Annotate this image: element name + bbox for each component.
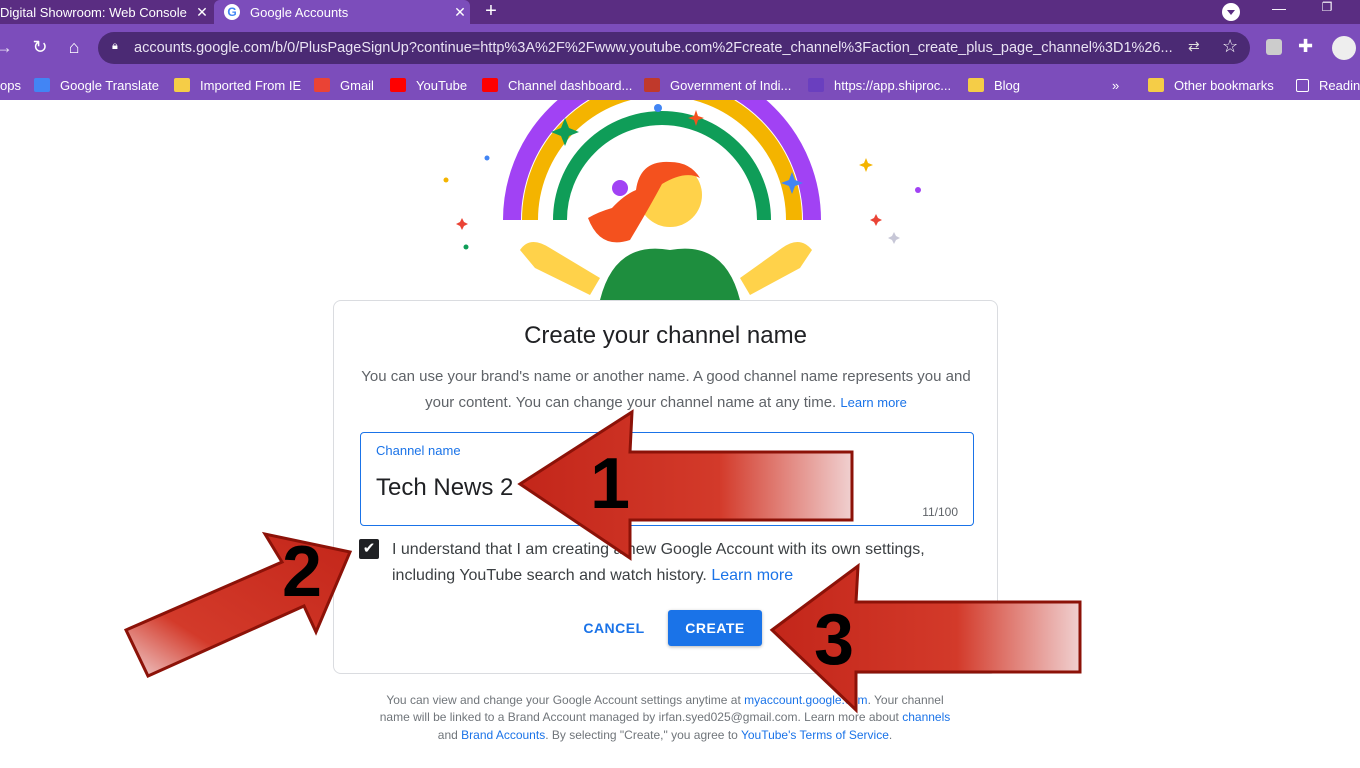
emblem-icon xyxy=(644,78,660,92)
bookmark-label: Other bookmarks xyxy=(1174,77,1274,93)
reading-list-icon xyxy=(1296,78,1309,92)
profile-avatar[interactable] xyxy=(1332,36,1356,60)
footer-text: You can view and change your Google Acco… xyxy=(386,693,741,707)
gmail-icon xyxy=(314,78,330,92)
reload-icon[interactable]: ↻ xyxy=(30,24,50,70)
footer-text: . xyxy=(888,727,893,742)
celebration-illustration xyxy=(443,100,921,300)
checkmark-icon: ✔ xyxy=(362,540,376,557)
channels-link[interactable]: channels xyxy=(902,710,950,724)
bookmark-label: Government of Indi... xyxy=(670,77,792,93)
bookmark-label: YouTube xyxy=(416,77,468,93)
channel-name-label: Channel name xyxy=(376,443,461,458)
tab-search-icon[interactable] xyxy=(1222,3,1240,21)
bookmark-apps[interactable]: ops xyxy=(0,70,21,100)
folder-icon xyxy=(174,78,190,92)
consent-checkbox[interactable]: ✔ xyxy=(359,539,379,559)
footer-text: . By selecting "Create," you agree to xyxy=(545,727,738,742)
consent-text: I understand that I am creating a new Go… xyxy=(392,537,972,589)
extensions-puzzle-icon[interactable]: ✚ xyxy=(1298,36,1320,58)
restore-icon[interactable]: ❐ xyxy=(1318,0,1336,20)
bookmark-label: https://app.shiproc... xyxy=(834,77,952,93)
bookmark-shiprocket[interactable]: https://app.shiproc... xyxy=(808,70,951,100)
translate-icon xyxy=(34,78,50,92)
bookmark-imported-from-ie[interactable]: Imported From IE xyxy=(174,70,301,100)
extension-icon[interactable] xyxy=(1266,39,1282,55)
url-text[interactable]: accounts.google.com/b/0/PlusPageSignUp?c… xyxy=(134,38,1174,58)
tab-title: Digital Showroom: Web Console xyxy=(0,4,187,20)
consent-learn-more-link[interactable]: Learn more xyxy=(711,567,793,584)
consent-label: I understand that I am creating a new Go… xyxy=(392,541,925,584)
close-tab-icon[interactable]: ✕ xyxy=(192,4,212,21)
tab-title: Google Accounts xyxy=(250,4,349,20)
bookmark-label: Readin xyxy=(1319,77,1360,93)
bookmark-star-icon[interactable]: ☆ xyxy=(1222,36,1242,56)
create-button[interactable]: CREATE xyxy=(668,610,762,646)
bookmark-label: ops xyxy=(0,77,21,93)
character-counter: 11/100 xyxy=(922,505,958,519)
cancel-button[interactable]: CANCEL xyxy=(574,610,654,646)
youtube-icon xyxy=(482,78,498,92)
channel-name-value[interactable]: Tech News 2 xyxy=(376,474,513,502)
bookmark-channel-dashboard[interactable]: Channel dashboard... xyxy=(482,70,632,100)
tab-google-accounts[interactable]: G Google Accounts ✕ xyxy=(214,0,470,24)
arrow-2-label: 2 xyxy=(282,532,322,612)
bookmark-youtube[interactable]: YouTube xyxy=(390,70,467,100)
shiprocket-icon xyxy=(808,78,824,92)
terms-of-service-link[interactable]: YouTube's Terms of Service xyxy=(741,728,889,742)
reading-list[interactable]: Readin xyxy=(1296,70,1360,100)
new-tab-button[interactable]: + xyxy=(480,0,502,24)
other-bookmarks[interactable]: Other bookmarks xyxy=(1148,70,1274,100)
back-icon[interactable]: → xyxy=(0,24,14,70)
bookmark-government-of-india[interactable]: Government of Indi... xyxy=(644,70,791,100)
bookmark-google-translate[interactable]: Google Translate xyxy=(34,70,159,100)
translate-page-icon[interactable]: ⇄ xyxy=(1188,38,1206,56)
footer-notice: You can view and change your Google Acco… xyxy=(370,692,960,744)
myaccount-link[interactable]: myaccount.google.com xyxy=(744,693,867,707)
bookmark-label: Gmail xyxy=(340,77,374,93)
learn-more-link[interactable]: Learn more xyxy=(840,395,906,410)
brand-accounts-link[interactable]: Brand Accounts xyxy=(461,728,545,742)
close-tab-icon[interactable]: ✕ xyxy=(450,4,470,21)
tab-digital-showroom[interactable]: Digital Showroom: Web Console ✕ xyxy=(0,0,212,24)
bookmarks-overflow-button[interactable]: » xyxy=(1112,70,1119,100)
bookmark-blog[interactable]: Blog xyxy=(968,70,1020,100)
bookmark-gmail[interactable]: Gmail xyxy=(314,70,374,100)
folder-icon xyxy=(1148,78,1164,92)
lock-icon[interactable]: 🔒︎ xyxy=(112,40,124,56)
google-icon: G xyxy=(224,4,240,20)
dialog-description: You can use your brand's name or another… xyxy=(360,364,972,416)
arrow-2: 2 xyxy=(123,531,353,678)
bookmark-label: Channel dashboard... xyxy=(508,77,633,93)
home-icon[interactable]: ⌂ xyxy=(62,24,86,70)
dialog-title: Create your channel name xyxy=(524,322,807,349)
bookmark-label: Imported From IE xyxy=(200,77,302,93)
footer-text: and xyxy=(437,727,458,742)
folder-icon xyxy=(968,78,984,92)
bookmark-label: Blog xyxy=(994,77,1021,93)
minimize-icon[interactable]: — xyxy=(1270,0,1288,20)
youtube-icon xyxy=(390,78,406,92)
bookmark-label: Google Translate xyxy=(60,77,160,93)
